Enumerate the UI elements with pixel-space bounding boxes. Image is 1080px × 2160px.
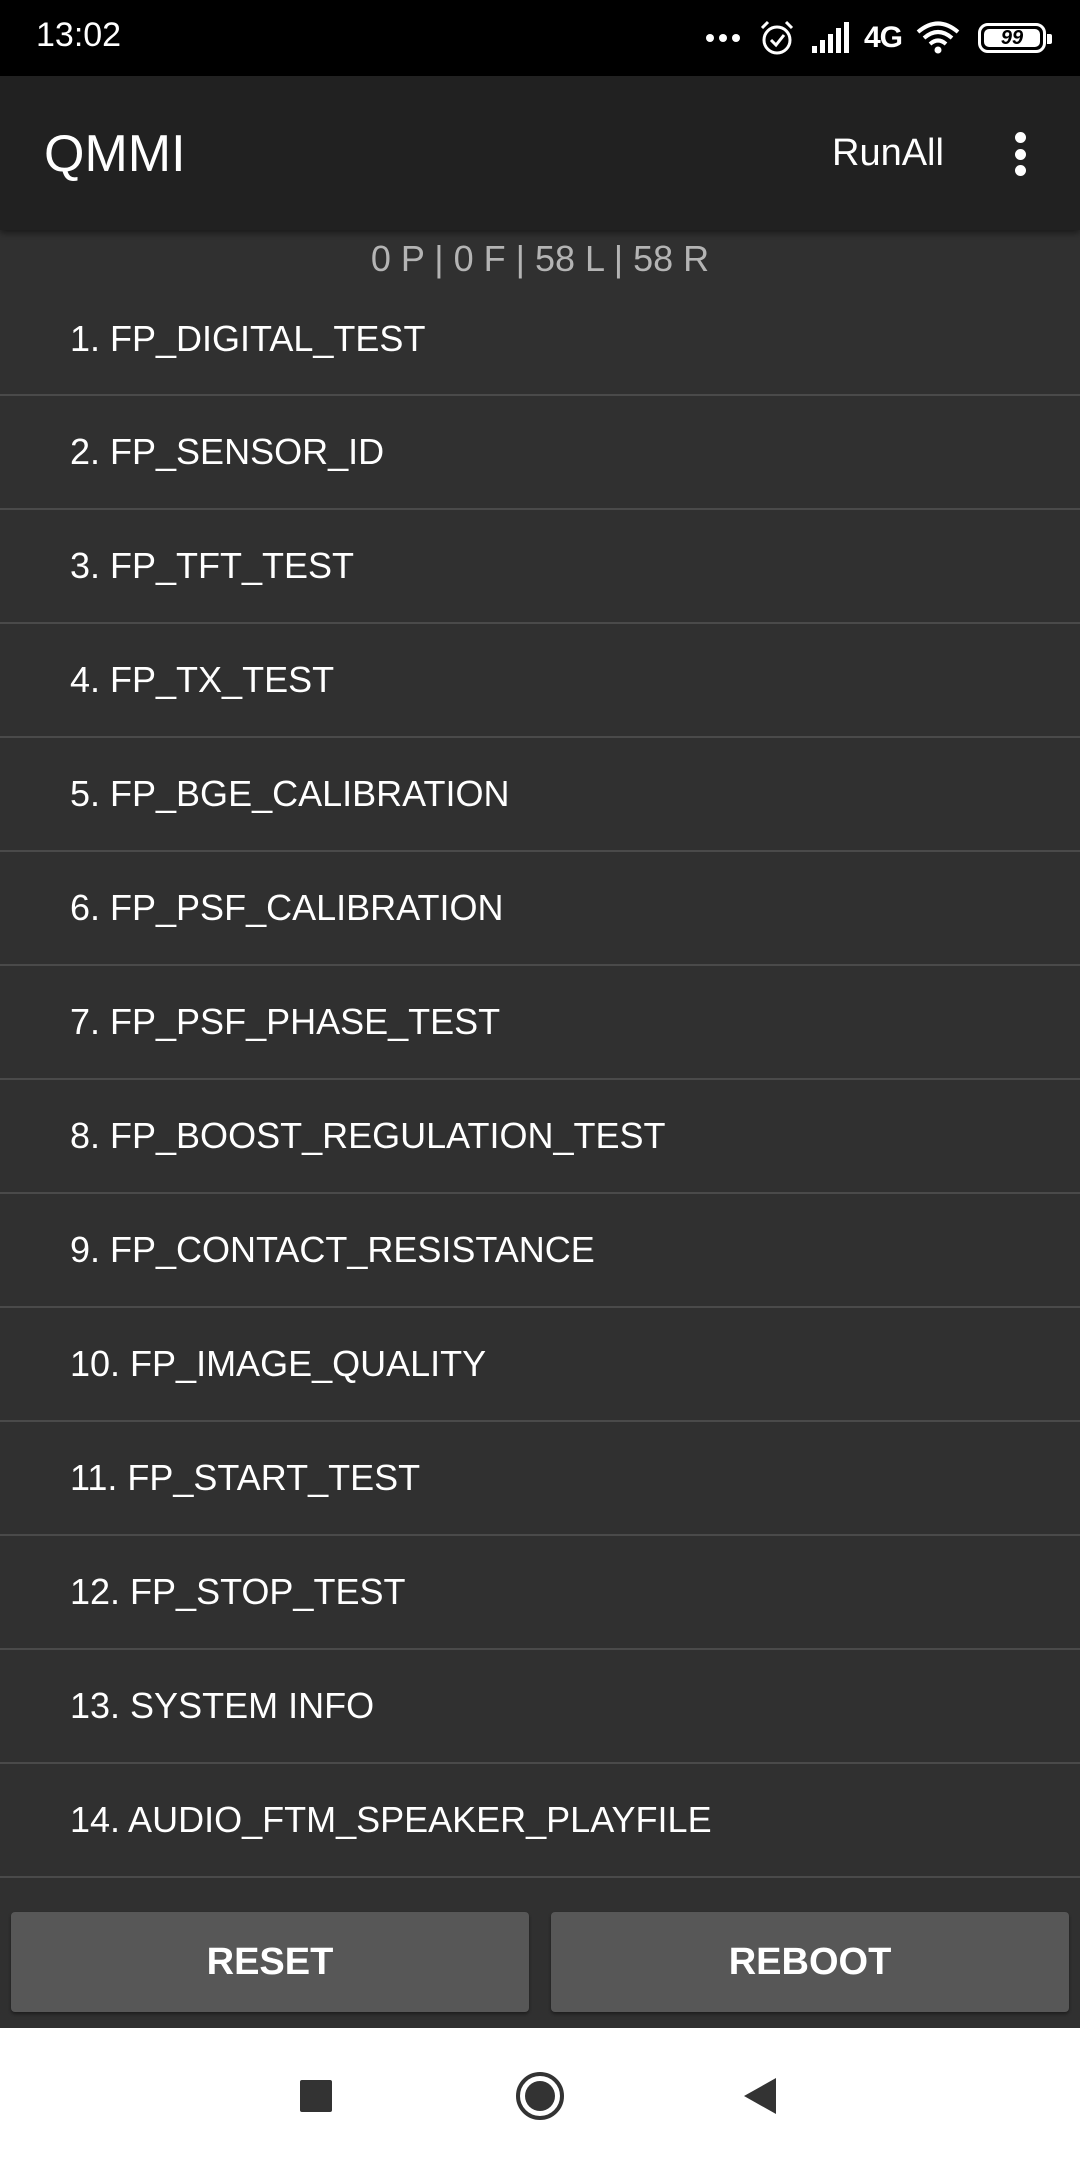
status-bar: 13:02 4G 99 — [0, 0, 1080, 76]
test-item[interactable]: 5. FP_BGE_CALIBRATION — [0, 738, 1080, 852]
network-type-label: 4G — [863, 21, 903, 54]
test-item[interactable]: 9. FP_CONTACT_RESISTANCE — [0, 1194, 1080, 1308]
test-item[interactable]: 12. FP_STOP_TEST — [0, 1536, 1080, 1650]
back-icon[interactable] — [730, 2066, 790, 2126]
navigation-bar — [0, 2028, 1080, 2160]
reset-button[interactable]: RESET — [11, 1912, 529, 2012]
home-icon[interactable] — [510, 2066, 570, 2126]
test-item[interactable]: 3. FP_TFT_TEST — [0, 510, 1080, 624]
status-icons: 4G 99 — [705, 16, 1052, 60]
footer-buttons: RESET REBOOT — [0, 1880, 1080, 2028]
test-item[interactable]: 13. SYSTEM INFO — [0, 1650, 1080, 1764]
test-item[interactable]: 4. FP_TX_TEST — [0, 624, 1080, 738]
test-item[interactable]: 6. FP_PSF_CALIBRATION — [0, 852, 1080, 966]
app-bar: QMMI RunAll — [0, 76, 1080, 230]
alarm-icon — [760, 20, 794, 55]
signal-icon — [811, 22, 849, 53]
test-list: 1. FP_DIGITAL_TEST 2. FP_SENSOR_ID 3. FP… — [0, 284, 1080, 1880]
status-time: 13:02 — [36, 16, 122, 54]
test-item[interactable]: 14. AUDIO_FTM_SPEAKER_PLAYFILE — [0, 1764, 1080, 1878]
test-item[interactable]: 10. FP_IMAGE_QUALITY — [0, 1308, 1080, 1422]
wifi-icon — [916, 21, 960, 54]
run-all-button[interactable]: RunAll — [832, 132, 944, 175]
test-item[interactable]: 2. FP_SENSOR_ID — [0, 396, 1080, 510]
test-summary: 0 P | 0 F | 58 L | 58 R — [370, 238, 710, 279]
reboot-button[interactable]: REBOOT — [551, 1912, 1069, 2012]
battery-icon: 99 — [978, 23, 1052, 53]
recent-apps-icon[interactable] — [286, 2066, 346, 2126]
test-item[interactable]: 8. FP_BOOST_REGULATION_TEST — [0, 1080, 1080, 1194]
app-title: QMMI — [44, 125, 186, 183]
test-item[interactable]: 7. FP_PSF_PHASE_TEST — [0, 966, 1080, 1080]
battery-level: 99 — [1000, 26, 1024, 49]
more-dots-icon — [705, 34, 740, 42]
overflow-menu-icon[interactable] — [1000, 126, 1040, 182]
test-item[interactable]: 1. FP_DIGITAL_TEST — [0, 284, 1080, 396]
test-item[interactable]: 11. FP_START_TEST — [0, 1422, 1080, 1536]
